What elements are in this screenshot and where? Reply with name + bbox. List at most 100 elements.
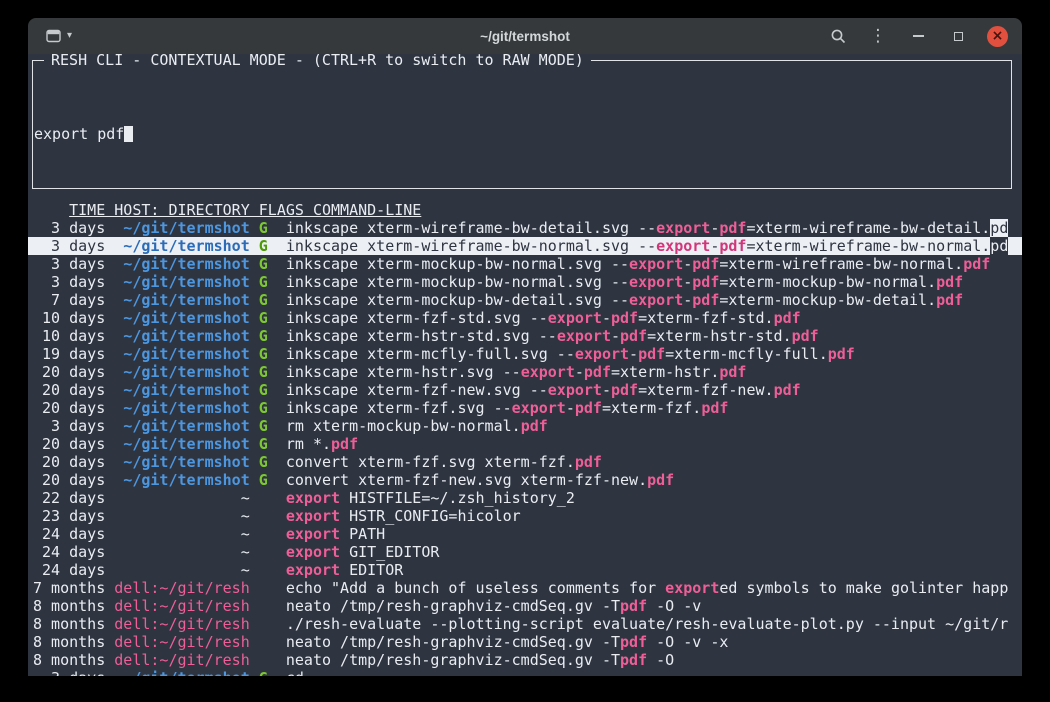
- row-flags: [259, 507, 268, 525]
- search-button[interactable]: [827, 25, 849, 47]
- cmd-segment: pdf: [331, 435, 358, 453]
- cmd-segment: inkscape xterm-hstr.svg --: [286, 363, 521, 381]
- close-button[interactable]: ×: [987, 26, 1008, 47]
- history-row[interactable]: 3 days ~/git/termshot G inkscape xterm-m…: [28, 273, 1022, 291]
- history-row[interactable]: 8 months dell:~/git/resh neato /tmp/resh…: [28, 651, 1022, 669]
- history-row[interactable]: 8 months dell:~/git/resh ./resh-evaluate…: [28, 615, 1022, 633]
- history-row[interactable]: 20 days ~/git/termshot G inkscape xterm-…: [28, 399, 1022, 417]
- cmd-segment: inkscape xterm-fzf-new.svg --: [286, 381, 548, 399]
- history-row[interactable]: 10 days ~/git/termshot G inkscape xterm-…: [28, 327, 1022, 345]
- cmd-segment: pdf: [692, 273, 719, 291]
- cmd-segment: pdf: [936, 273, 963, 291]
- cmd-segment: export: [521, 363, 575, 381]
- cmd-segment: export: [575, 345, 629, 363]
- cmd-segment: pdf: [638, 345, 665, 363]
- row-command: export EDITOR: [286, 561, 403, 579]
- history-row[interactable]: 8 months dell:~/git/resh neato /tmp/resh…: [28, 633, 1022, 651]
- cmd-segment: GIT_EDITOR: [340, 543, 439, 561]
- history-row[interactable]: 19 days ~/git/termshot G inkscape xterm-…: [28, 345, 1022, 363]
- history-row[interactable]: 20 days ~/git/termshot G rm *.pdf: [28, 435, 1022, 453]
- cmd-segment: =xterm-fzf-new.: [638, 381, 773, 399]
- history-row[interactable]: 3 days ~/git/termshot G inkscape xterm-m…: [28, 255, 1022, 273]
- cmd-segment: -O -v: [647, 597, 701, 615]
- cmd-segment: export: [629, 291, 683, 309]
- row-flags: [259, 543, 268, 561]
- cmd-segment: ./resh-evaluate --plotting-script evalua…: [286, 615, 1008, 633]
- cmd-segment: convert xterm-fzf.svg xterm-fzf.: [286, 453, 575, 471]
- history-row[interactable]: 22 days ~ export HISTFILE=~/.zsh_history…: [28, 489, 1022, 507]
- cmd-segment: inkscape xterm-fzf.svg --: [286, 399, 512, 417]
- history-row[interactable]: 24 days ~ export GIT_EDITOR: [28, 543, 1022, 561]
- history-row[interactable]: 20 days ~/git/termshot G convert xterm-f…: [28, 471, 1022, 489]
- history-row[interactable]: 20 days ~/git/termshot G inkscape xterm-…: [28, 381, 1022, 399]
- resh-mode-title: RESH CLI - CONTEXTUAL MODE - (CTRL+R to …: [44, 54, 591, 69]
- cmd-segment: HISTFILE=~/.zsh_history_2: [340, 489, 575, 507]
- history-row[interactable]: 20 days ~/git/termshot G inkscape xterm-…: [28, 363, 1022, 381]
- row-flags: [259, 597, 268, 615]
- row-host: ~/git/termshot: [114, 453, 249, 471]
- search-input[interactable]: export pdf: [34, 125, 1006, 143]
- cmd-segment: export: [286, 525, 340, 543]
- restore-button[interactable]: [947, 25, 969, 47]
- cmd-segment: pdf: [774, 309, 801, 327]
- search-icon: [830, 28, 847, 45]
- row-command: rm *.pdf: [286, 435, 358, 453]
- row-command: ./resh-evaluate --plotting-script evalua…: [286, 615, 1008, 633]
- header-columns: TIME HOST: DIRECTORY FLAGS COMMAND-LINE: [69, 201, 421, 219]
- row-host: ~: [114, 543, 249, 561]
- row-time: 20 days: [33, 381, 105, 399]
- row-command: inkscape xterm-mcfly-full.svg --export-p…: [286, 345, 855, 363]
- cmd-segment: =xterm-mockup-bw-detail.: [719, 291, 936, 309]
- row-time: 3 days: [33, 237, 105, 255]
- cmd-segment: -: [602, 309, 611, 327]
- cmd-segment: =xterm-hstr.: [611, 363, 719, 381]
- row-time: 8 months: [33, 651, 105, 669]
- history-row[interactable]: 3 days ~/git/termshot G cd: [28, 669, 1022, 676]
- row-command: inkscape xterm-wireframe-bw-normal.svg -…: [286, 237, 1008, 255]
- menu-button[interactable]: ⋮: [867, 25, 889, 47]
- row-command: export PATH: [286, 525, 385, 543]
- row-command: inkscape xterm-mockup-bw-normal.svg --ex…: [286, 255, 990, 273]
- cmd-segment: -: [683, 255, 692, 273]
- history-row[interactable]: 10 days ~/git/termshot G inkscape xterm-…: [28, 309, 1022, 327]
- row-host: dell:~/git/resh: [114, 651, 249, 669]
- row-command: export HSTR_CONFIG=hicolor: [286, 507, 521, 525]
- cmd-segment: =xterm-fzf.: [602, 399, 701, 417]
- cmd-segment: =xterm-fzf-std.: [638, 309, 773, 327]
- row-time: 22 days: [33, 489, 105, 507]
- cmd-segment: PATH: [340, 525, 385, 543]
- history-row[interactable]: 24 days ~ export PATH: [28, 525, 1022, 543]
- history-rows: 3 days ~/git/termshot G inkscape xterm-w…: [28, 219, 1022, 676]
- row-host: ~: [114, 489, 249, 507]
- cmd-segment: =xterm-wireframe-bw-normal.: [719, 255, 963, 273]
- new-terminal-dropdown-button[interactable]: ▾: [42, 27, 76, 45]
- cmd-segment: inkscape xterm-wireframe-bw-detail.svg -…: [286, 219, 656, 237]
- cmd-segment: export: [512, 399, 566, 417]
- titlebar-left: ▾: [28, 27, 76, 45]
- history-row[interactable]: 3 days ~/git/termshot G inkscape xterm-w…: [28, 219, 1022, 237]
- row-time: 3 days: [33, 273, 105, 291]
- row-host: dell:~/git/resh: [114, 597, 249, 615]
- titlebar[interactable]: ▾ ~/git/termshot ⋮ ×: [28, 18, 1022, 54]
- row-flags: G: [259, 381, 268, 399]
- cmd-segment: export: [629, 273, 683, 291]
- history-row[interactable]: 8 months dell:~/git/resh neato /tmp/resh…: [28, 597, 1022, 615]
- row-command: inkscape xterm-mockup-bw-normal.svg --ex…: [286, 273, 963, 291]
- row-host: ~/git/termshot: [114, 309, 249, 327]
- history-row[interactable]: 7 days ~/git/termshot G inkscape xterm-m…: [28, 291, 1022, 309]
- history-row-selected[interactable]: 3 days ~/git/termshot G inkscape xterm-w…: [28, 237, 1022, 255]
- cmd-segment: export: [286, 507, 340, 525]
- cmd-segment: -: [629, 345, 638, 363]
- row-time: 24 days: [33, 543, 105, 561]
- row-host: dell:~/git/resh: [114, 579, 249, 597]
- history-row[interactable]: 23 days ~ export HSTR_CONFIG=hicolor: [28, 507, 1022, 525]
- window-title: ~/git/termshot: [480, 29, 570, 44]
- history-row[interactable]: 24 days ~ export EDITOR: [28, 561, 1022, 579]
- history-row[interactable]: 20 days ~/git/termshot G convert xterm-f…: [28, 453, 1022, 471]
- row-command: convert xterm-fzf-new.svg xterm-fzf-new.…: [286, 471, 674, 489]
- history-row[interactable]: 7 months dell:~/git/resh echo "Add a bun…: [28, 579, 1022, 597]
- history-row[interactable]: 3 days ~/git/termshot G rm xterm-mockup-…: [28, 417, 1022, 435]
- minimize-button[interactable]: [907, 25, 929, 47]
- cmd-segment: pdf: [611, 381, 638, 399]
- row-flags: G: [259, 255, 268, 273]
